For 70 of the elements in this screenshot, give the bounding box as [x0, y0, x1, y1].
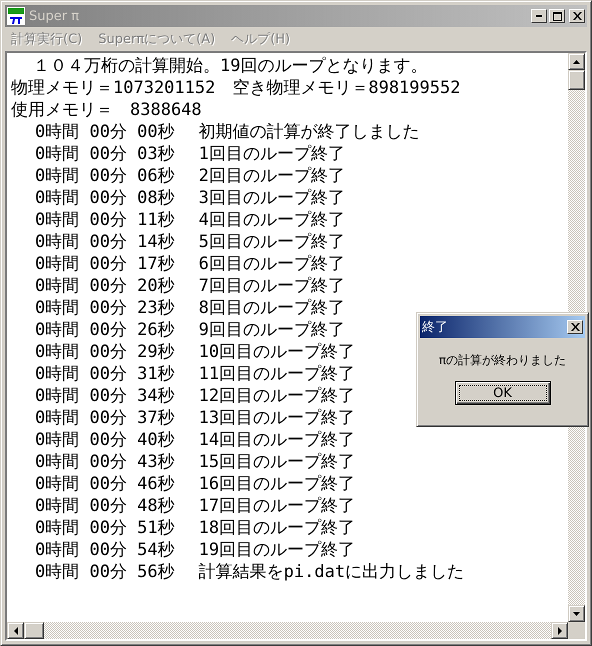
log-message: 18回目のループ終了	[198, 517, 356, 539]
dialog-title: 終了	[422, 319, 449, 336]
elapsed-time: 0時間 00分 26秒	[35, 319, 175, 341]
log-message: 計算結果をpi.datに出力しました	[198, 561, 464, 583]
log-message: 1回目のループ終了	[198, 143, 345, 165]
log-line: 使用メモリ＝ 8388648	[11, 99, 202, 121]
log-message: 13回目のループ終了	[198, 407, 356, 429]
log-message: 19回目のループ終了	[198, 539, 356, 561]
log-message: 16回目のループ終了	[198, 473, 356, 495]
down-arrow-icon	[572, 612, 581, 616]
elapsed-time: 0時間 00分 29秒	[35, 341, 175, 363]
close-icon	[570, 323, 580, 331]
log-message: 11回目のループ終了	[198, 363, 356, 385]
log-message: 10回目のループ終了	[198, 341, 356, 363]
elapsed-time: 0時間 00分 03秒	[35, 143, 175, 165]
elapsed-time: 0時間 00分 00秒	[35, 121, 175, 143]
elapsed-time: 0時間 00分 40秒	[35, 429, 175, 451]
scroll-thumb[interactable]	[568, 70, 585, 90]
log-message: 3回目のループ終了	[198, 187, 345, 209]
elapsed-time: 0時間 00分 51秒	[35, 517, 175, 539]
minimize-button[interactable]	[531, 9, 547, 23]
minimize-icon	[536, 15, 542, 17]
elapsed-time: 0時間 00分 48秒	[35, 495, 175, 517]
size-grip[interactable]	[568, 622, 585, 639]
elapsed-time: 0時間 00分 11秒	[35, 209, 175, 231]
scroll-left-button[interactable]	[7, 622, 24, 639]
log-message: 4回目のループ終了	[198, 209, 345, 231]
elapsed-time: 0時間 00分 31秒	[35, 363, 175, 385]
elapsed-time: 0時間 00分 08秒	[35, 187, 175, 209]
close-button[interactable]	[567, 320, 583, 334]
maximize-icon	[552, 12, 562, 20]
log-message: 12回目のループ終了	[198, 385, 356, 407]
log-message: 5回目のループ終了	[198, 231, 345, 253]
scroll-thumb[interactable]	[24, 622, 44, 639]
log-message: 9回目のループ終了	[198, 319, 345, 341]
elapsed-time: 0時間 00分 34秒	[35, 385, 175, 407]
close-button[interactable]	[569, 9, 585, 23]
log-message: 8回目のループ終了	[198, 297, 345, 319]
elapsed-time: 0時間 00分 54秒	[35, 539, 175, 561]
elapsed-time: 0時間 00分 14秒	[35, 231, 175, 253]
log-message: 14回目のループ終了	[198, 429, 356, 451]
elapsed-time: 0時間 00分 43秒	[35, 451, 175, 473]
elapsed-time: 0時間 00分 37秒	[35, 407, 175, 429]
up-arrow-icon	[572, 60, 581, 64]
log-line: １０４万桁の計算開始。19回のループとなります。	[33, 55, 428, 77]
log-message: 6回目のループ終了	[198, 253, 345, 275]
elapsed-time: 0時間 00分 46秒	[35, 473, 175, 495]
ok-button[interactable]: OK	[454, 381, 550, 405]
maximize-button[interactable]	[549, 9, 565, 23]
elapsed-time: 0時間 00分 56秒	[35, 561, 175, 583]
log-message: 初期値の計算が終了しました	[198, 121, 420, 143]
left-arrow-icon	[14, 626, 18, 634]
log-message: 7回目のループ終了	[198, 275, 345, 297]
log-line: 物理メモリ＝1073201152 空き物理メモリ＝898199552	[11, 77, 460, 99]
close-icon	[572, 12, 582, 20]
scroll-right-button[interactable]	[551, 622, 568, 639]
elapsed-time: 0時間 00分 20秒	[35, 275, 175, 297]
app-logo-icon	[7, 7, 25, 25]
log-message: 17回目のループ終了	[198, 495, 356, 517]
scroll-down-button[interactable]	[568, 605, 585, 622]
elapsed-time: 0時間 00分 23秒	[35, 297, 175, 319]
log-message: 15回目のループ終了	[198, 451, 356, 473]
elapsed-time: 0時間 00分 06秒	[35, 165, 175, 187]
window-title: Super π	[29, 8, 80, 24]
dialog-message: πの計算が終わりました	[438, 352, 568, 369]
log-message: 2回目のループ終了	[198, 165, 345, 187]
right-arrow-icon	[558, 626, 562, 634]
elapsed-time: 0時間 00分 17秒	[35, 253, 175, 275]
scroll-up-button[interactable]	[568, 53, 585, 70]
horizontal-scrollbar[interactable]	[7, 622, 568, 639]
